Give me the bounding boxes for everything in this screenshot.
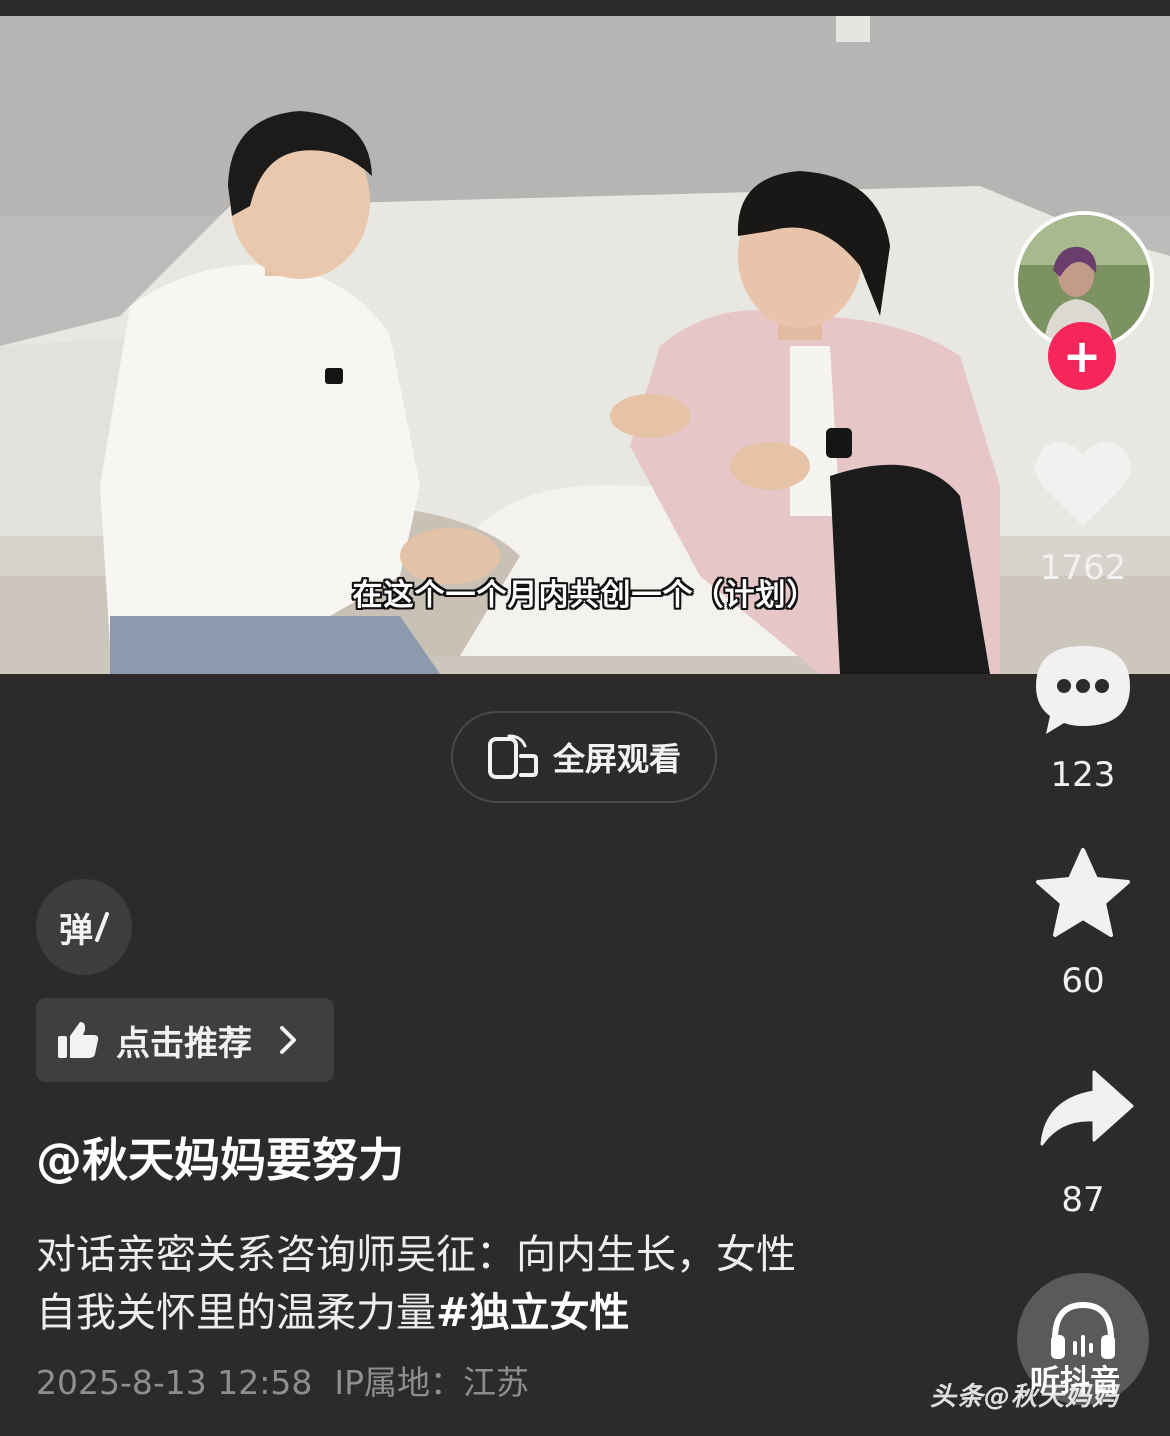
comment-count: 123 xyxy=(1050,755,1116,795)
description-line-2: 自我关怀里的温柔力量#独立女性 xyxy=(36,1284,916,1342)
video-subtitle: 在这个一个月内共创一个（计划） xyxy=(352,578,818,613)
post-datetime: 2025-8-13 12:58 xyxy=(36,1363,313,1402)
share-icon[interactable] xyxy=(1038,1070,1134,1146)
follow-button[interactable]: + xyxy=(1048,322,1116,390)
author-name[interactable]: @秋天妈妈要努力 xyxy=(36,1124,404,1190)
description-line-1: 对话亲密关系咨询师吴征：向内生长，女性 xyxy=(36,1232,796,1278)
ip-location: IP属地：江苏 xyxy=(334,1363,530,1402)
recommend-label: 点击推荐 xyxy=(116,1023,252,1064)
post-meta: 2025-8-13 12:58 IP属地：江苏 xyxy=(36,1356,551,1404)
headphones-icon xyxy=(1051,1301,1115,1359)
thumbs-up-icon xyxy=(58,1022,99,1058)
comment-icon[interactable] xyxy=(1034,644,1132,736)
share-count: 87 xyxy=(1061,1180,1105,1220)
rotate-screen-icon xyxy=(487,734,538,779)
danmaku-slash-icon xyxy=(95,912,109,942)
danmaku-toggle[interactable]: 弹 xyxy=(36,879,132,975)
status-bar-strip xyxy=(0,0,1170,16)
recommend-button[interactable]: 点击推荐 xyxy=(36,998,334,1082)
favorite-count: 60 xyxy=(1061,961,1105,1001)
danmaku-label: 弹 xyxy=(59,910,93,951)
chevron-right-icon xyxy=(280,1026,296,1054)
star-icon[interactable] xyxy=(1036,848,1130,938)
douyin-video-page: 在这个一个月内共创一个（计划） + 1762 123 60 87 听抖音 头条@… xyxy=(0,0,1170,1436)
watermark: 头条@秋天妈妈 xyxy=(930,1382,1120,1412)
video-player[interactable]: 在这个一个月内共创一个（计划） xyxy=(0,16,1170,674)
heart-icon[interactable] xyxy=(1034,438,1132,528)
hashtag-link[interactable]: #独立女性 xyxy=(436,1290,630,1336)
like-count: 1762 xyxy=(1039,548,1127,588)
post-description: 对话亲密关系咨询师吴征：向内生长，女性 自我关怀里的温柔力量#独立女性 xyxy=(36,1226,916,1342)
plus-icon: + xyxy=(1062,329,1102,383)
description-text: 自我关怀里的温柔力量 xyxy=(36,1290,436,1336)
fullscreen-button[interactable]: 全屏观看 xyxy=(451,711,717,803)
fullscreen-label: 全屏观看 xyxy=(552,740,681,778)
